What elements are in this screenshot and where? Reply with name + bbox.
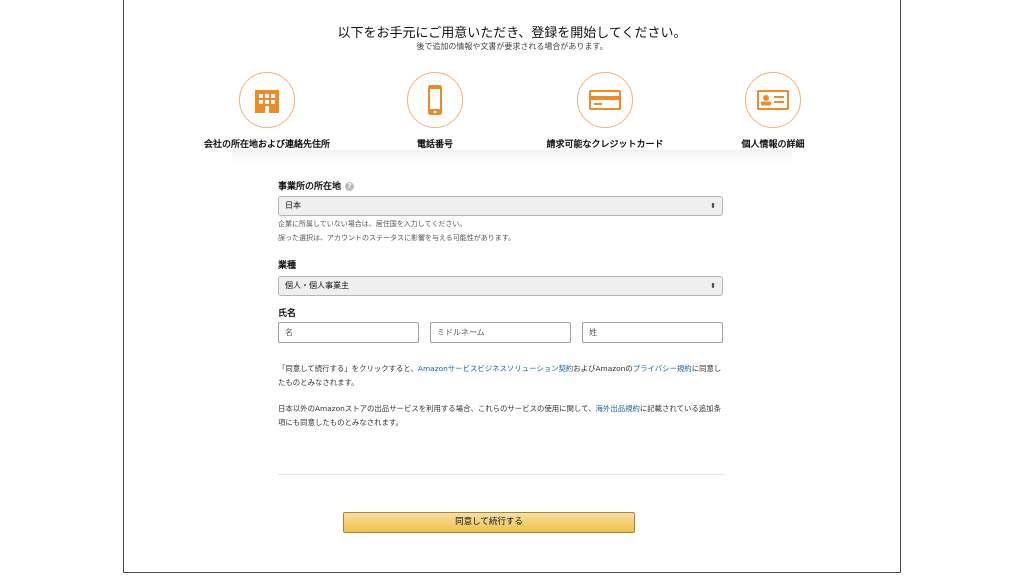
building-icon xyxy=(255,90,279,113)
id-card-icon xyxy=(757,90,789,110)
last-name-input[interactable]: 姓 xyxy=(582,322,723,343)
step-label: 請求可能なクレジットカード xyxy=(546,140,664,150)
select-arrows-icon: ⬍ xyxy=(710,282,716,290)
business-location-label: 事業所の所在地? xyxy=(278,179,355,192)
international-selling-terms-link[interactable]: 海外出品規約 xyxy=(596,404,640,413)
step-label: 会社の所在地および連絡先住所 xyxy=(203,140,330,150)
middle-name-input[interactable]: ミドルネーム xyxy=(430,322,571,343)
section-divider xyxy=(232,150,792,164)
step-phone: 電話番号 xyxy=(360,72,510,150)
page-title: 以下をお手元にご用意いただき、登録を開始してください。 xyxy=(337,26,687,41)
business-location-select[interactable]: 日本 ⬍ xyxy=(278,196,723,216)
footer-divider xyxy=(278,474,724,475)
location-warning: 誤った選択は、アカウントのステータスに影響を与える可能性があります。 xyxy=(278,234,516,242)
agreement-text: 「同意して続行する」をクリックすると、Amazonサービスビジネスソリューション… xyxy=(278,364,722,387)
step-label: 電話番号 xyxy=(416,140,453,150)
name-label: 氏名 xyxy=(278,309,297,319)
agree-continue-button[interactable]: 同意して続行する xyxy=(343,512,635,533)
step-company-address: 会社の所在地および連絡先住所 xyxy=(192,72,342,150)
help-icon[interactable]: ? xyxy=(345,182,355,191)
page-subtitle: 後で追加の情報や文書が要求される場合があります。 xyxy=(416,42,608,51)
step-label: 個人情報の詳細 xyxy=(741,140,805,150)
smartphone-icon xyxy=(428,85,442,115)
international-agreement-text: 日本以外のAmazonストアの出品サービスを利用する場合、これらのサービスの使用… xyxy=(278,404,721,427)
business-type-label: 業種 xyxy=(278,261,297,271)
registration-panel: 以下をお手元にご用意いただき、登録を開始してください。 後で追加の情報や文書が要… xyxy=(123,0,901,573)
business-type-select[interactable]: 個人・個人事業主 ⬍ xyxy=(278,276,723,296)
step-credit-card: 請求可能なクレジットカード xyxy=(530,72,680,150)
select-arrows-icon: ⬍ xyxy=(710,202,716,210)
privacy-policy-link[interactable]: プライバシー規約 xyxy=(633,364,692,373)
business-solutions-agreement-link[interactable]: Amazonサービスビジネスソリューション契約 xyxy=(418,364,573,373)
first-name-input[interactable]: 名 xyxy=(278,322,419,343)
location-note: 企業に所属していない場合は、居住国を入力してください。 xyxy=(278,220,467,228)
step-personal-info: 個人情報の詳細 xyxy=(698,72,848,150)
credit-card-icon xyxy=(589,90,621,110)
